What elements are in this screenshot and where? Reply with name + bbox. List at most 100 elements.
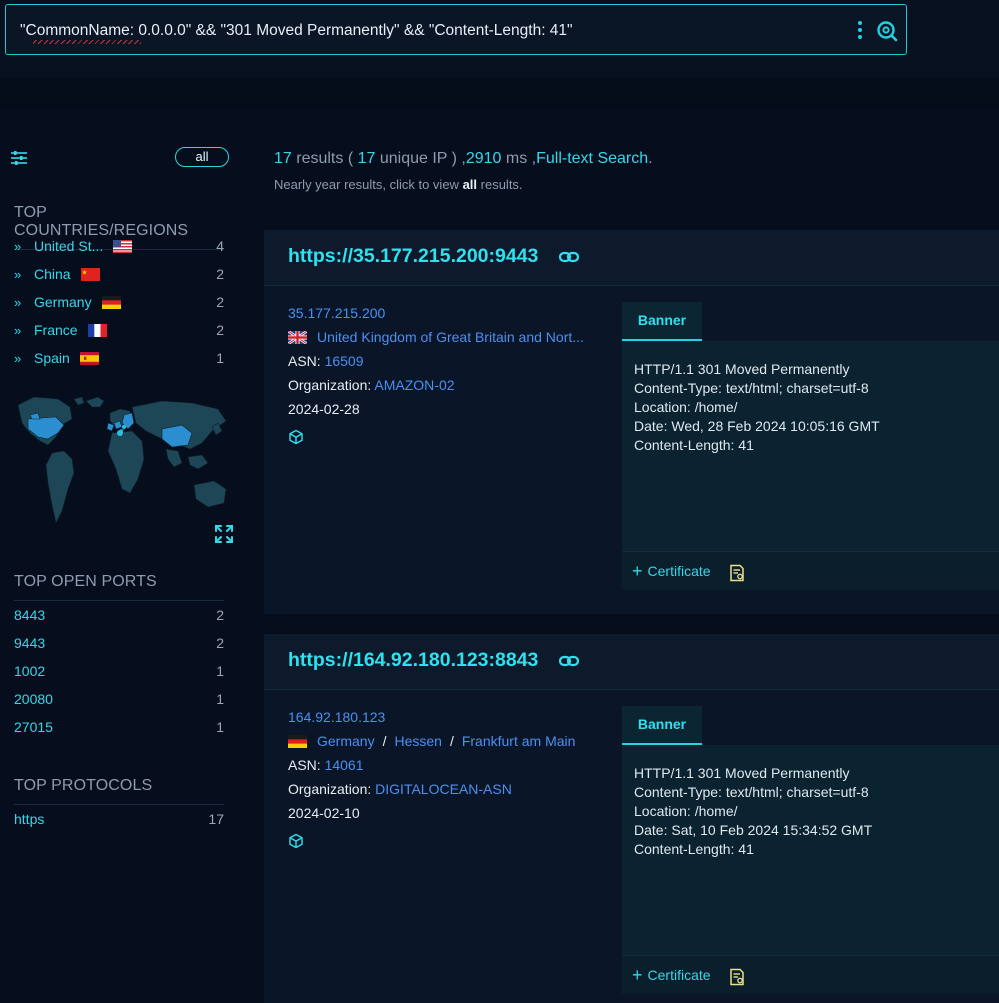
flag-image: [113, 240, 133, 253]
unique-ip-label: unique IP ) ,: [375, 150, 466, 167]
port-row[interactable]: 9443 2: [14, 635, 224, 655]
organization-link[interactable]: AMAZON-02: [374, 377, 454, 393]
top-protocols-title: TOP PROTOCOLS: [14, 777, 224, 805]
results-label: results (: [291, 150, 358, 167]
ip-address-link[interactable]: 164.92.180.123: [288, 709, 385, 725]
country-label[interactable]: » France: [14, 322, 107, 338]
filter-sliders-icon[interactable]: [10, 150, 28, 166]
location-separator: /: [449, 733, 454, 749]
flag-cn-icon: [71, 266, 100, 282]
protocol-row[interactable]: https 17: [14, 811, 224, 831]
all-filter-button[interactable]: all: [175, 147, 229, 167]
location-separator: /: [382, 733, 387, 749]
banner-panel: Banner HTTP/1.1 301 Moved Permanently Cont…: [622, 302, 999, 590]
asn-label: ASN:: [288, 353, 325, 369]
cube-icon[interactable]: [288, 429, 304, 445]
location-link[interactable]: United Kingdom of Great Britain and Nort…: [317, 329, 584, 345]
port-name: 8443: [14, 607, 46, 623]
port-label[interactable]: 27015: [14, 719, 53, 735]
certificate-label: Certificate: [647, 563, 711, 579]
port-row[interactable]: 8443 2: [14, 607, 224, 627]
top-bar: [0, 0, 999, 108]
result-count: 17: [274, 150, 292, 167]
country-label[interactable]: » China: [14, 266, 100, 282]
result-url-link[interactable]: https://164.92.180.123:8843: [288, 649, 538, 672]
top-ports-title: TOP OPEN PORTS: [14, 573, 224, 601]
banner-line: Location: /home/: [634, 399, 738, 415]
search-icon[interactable]: [875, 19, 899, 43]
flag-gb-icon: [288, 329, 307, 345]
certificate-doc-icon[interactable]: [729, 564, 745, 582]
banner-line: HTTP/1.1 301 Moved Permanently: [634, 765, 850, 781]
protocol-count: 17: [208, 811, 224, 827]
port-label[interactable]: 20080: [14, 691, 53, 707]
certificate-doc-icon[interactable]: [729, 968, 745, 986]
location-link[interactable]: Hessen: [394, 733, 441, 749]
location-link[interactable]: Frankfurt am Main: [462, 733, 576, 749]
country-row[interactable]: » Germany 2: [14, 294, 224, 314]
certificate-button[interactable]: + Certificate: [632, 965, 711, 986]
location-link[interactable]: Germany: [317, 733, 375, 749]
asn-link[interactable]: 14061: [325, 757, 364, 773]
result-card-header: https://35.177.215.200:9443: [264, 230, 999, 286]
organization-link[interactable]: DIGITALOCEAN-ASN: [375, 781, 512, 797]
country-label[interactable]: » Germany: [14, 294, 121, 310]
results-note-suffix: results.: [477, 177, 523, 192]
banner-tab[interactable]: Banner: [622, 706, 702, 745]
banner-line: Content-Length: 41: [634, 437, 754, 453]
banner-line: HTTP/1.1 301 Moved Permanently: [634, 361, 850, 377]
country-label[interactable]: » United St...: [14, 238, 133, 254]
country-row[interactable]: » United St... 4: [14, 238, 224, 258]
country-count: 2: [216, 266, 224, 282]
port-count: 1: [216, 719, 224, 735]
port-name: 20080: [14, 691, 53, 707]
country-row[interactable]: » China 2: [14, 266, 224, 286]
link-icon[interactable]: [559, 251, 579, 263]
cube-icon[interactable]: [288, 833, 304, 849]
country-label[interactable]: » Spain: [14, 350, 99, 366]
port-label[interactable]: 8443: [14, 607, 45, 623]
port-row[interactable]: 20080 1: [14, 691, 224, 711]
asn-label: ASN:: [288, 757, 325, 773]
plus-icon: +: [632, 965, 643, 985]
link-icon[interactable]: [559, 655, 579, 667]
query-time: 2910: [465, 150, 502, 167]
results-note: Nearly year results, click to view all r…: [274, 177, 523, 192]
full-text-search-link[interactable]: Full-text Search: [536, 150, 648, 167]
unique-ip-count: 17: [357, 150, 376, 167]
chevron-right-icon: »: [14, 351, 22, 366]
banner-line: Location: /home/: [634, 803, 738, 819]
port-name: 1002: [14, 663, 46, 679]
search-box[interactable]: [5, 4, 907, 55]
country-row[interactable]: » France 2: [14, 322, 224, 342]
country-row[interactable]: » Spain 1: [14, 350, 224, 370]
world-map[interactable]: [12, 393, 234, 533]
country-count: 1: [216, 350, 224, 366]
banner-panel: Banner HTTP/1.1 301 Moved Permanently Cont…: [622, 706, 999, 994]
flag-de-icon: [288, 733, 307, 749]
expand-icon[interactable]: [214, 524, 234, 544]
more-vertical-icon[interactable]: [857, 21, 863, 43]
view-all-link[interactable]: all: [463, 177, 477, 192]
port-label[interactable]: 9443: [14, 635, 45, 651]
sidebar: all TOP COUNTRIES/REGIONS » United St... 4…: [0, 108, 244, 1003]
result-card-header: https://164.92.180.123:8843: [264, 634, 999, 690]
port-row[interactable]: 1002 1: [14, 663, 224, 683]
port-row[interactable]: 27015 1: [14, 719, 224, 739]
protocol-label[interactable]: https: [14, 811, 44, 827]
port-count: 1: [216, 691, 224, 707]
banner-footer: + Certificate: [622, 955, 999, 994]
asn-link[interactable]: 16509: [325, 353, 364, 369]
banner-tab[interactable]: Banner: [622, 302, 702, 341]
ip-address-link[interactable]: 35.177.215.200: [288, 305, 385, 321]
flag-image: [87, 324, 107, 337]
search-input[interactable]: [20, 20, 800, 42]
plus-icon: +: [632, 561, 643, 581]
result-info: 35.177.215.200 United Kingdom of Great Br…: [288, 305, 598, 449]
port-label[interactable]: 1002: [14, 663, 45, 679]
certificate-button[interactable]: + Certificate: [632, 561, 711, 582]
country-name: France: [34, 322, 78, 338]
result-url-link[interactable]: https://35.177.215.200:9443: [288, 245, 538, 268]
protocol-name: https: [14, 811, 45, 827]
country-name: United St...: [34, 238, 104, 254]
